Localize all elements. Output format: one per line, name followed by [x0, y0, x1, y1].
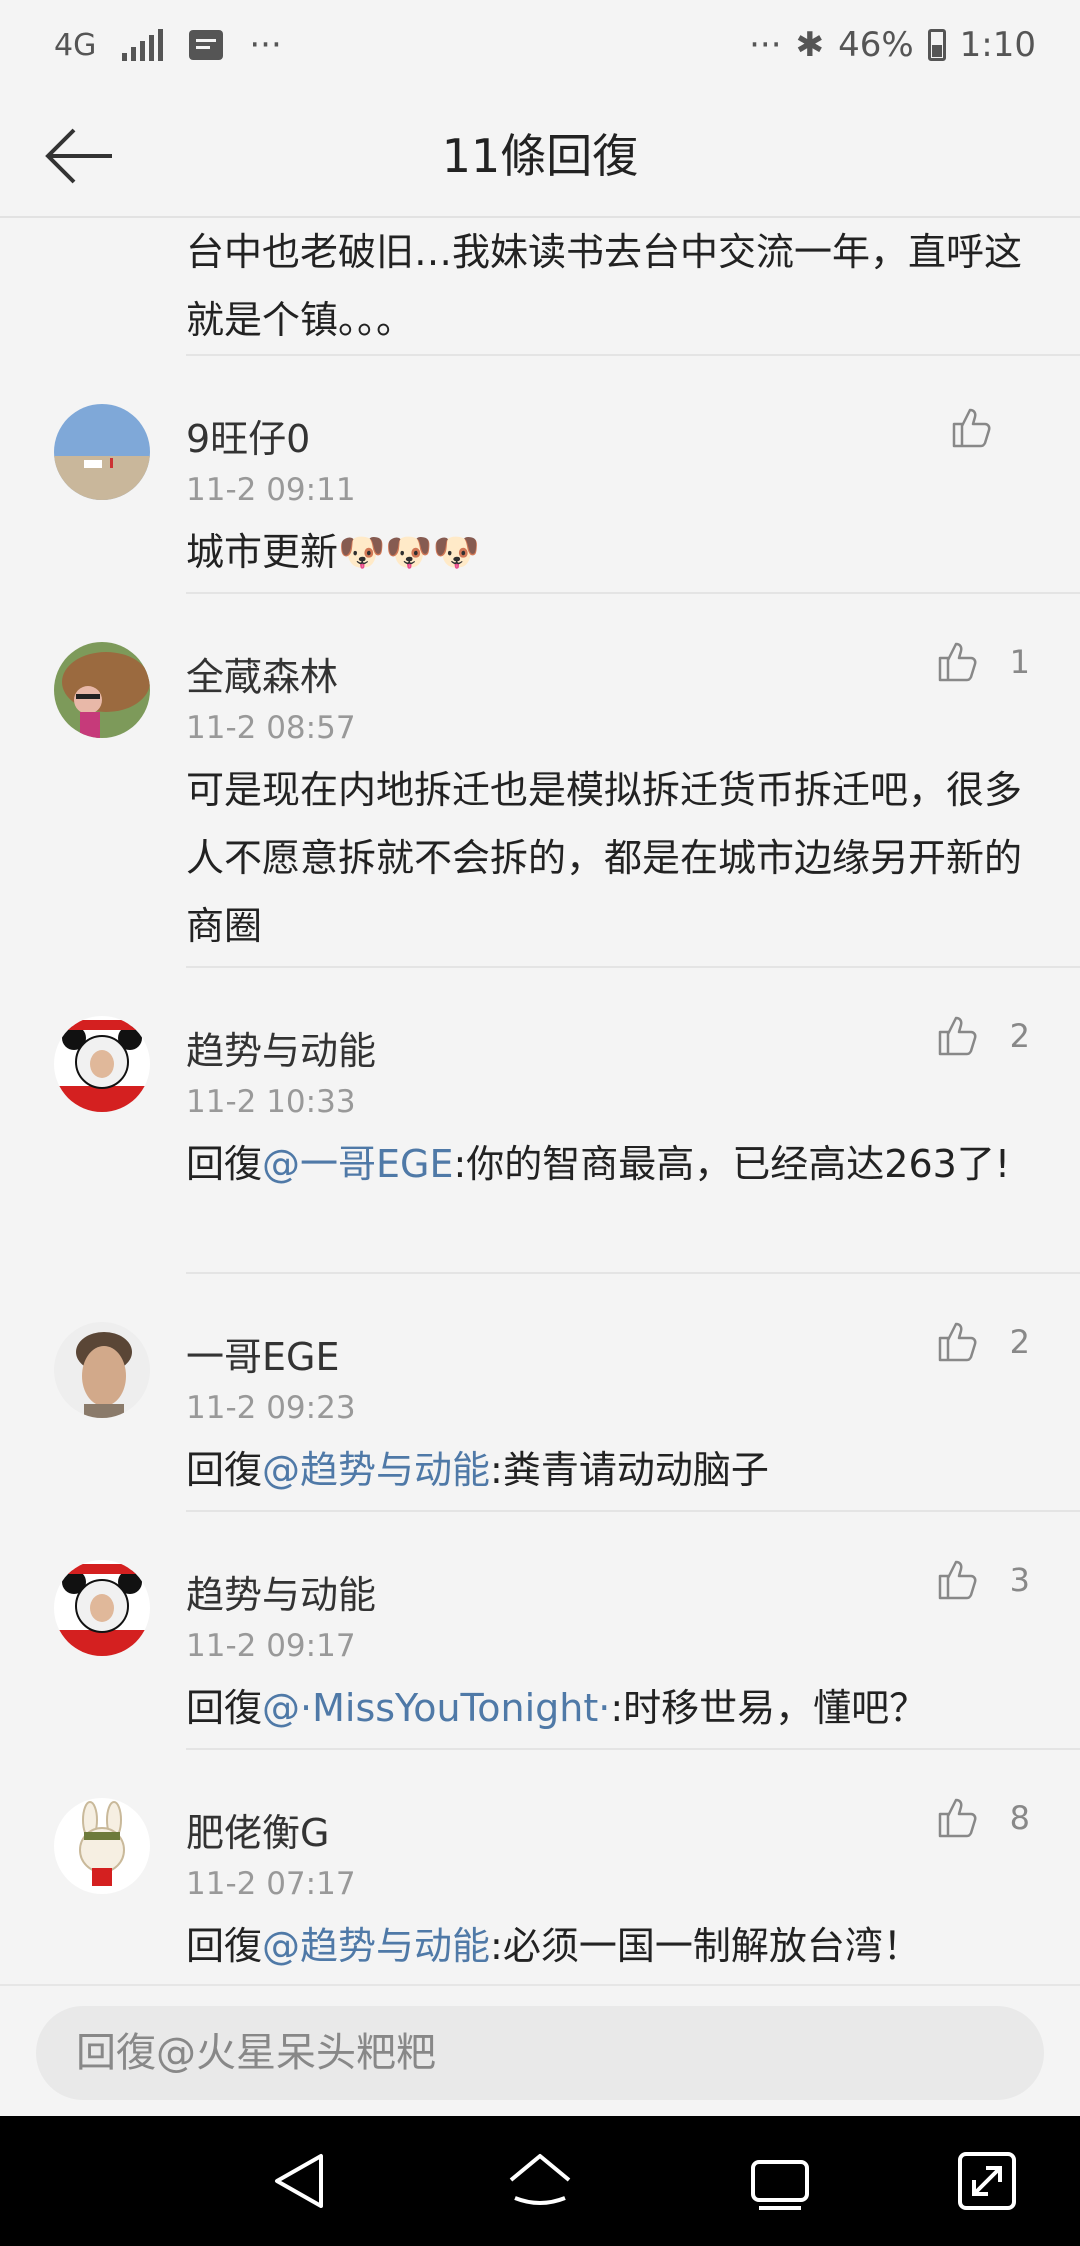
avatar-landscape-image: [54, 404, 150, 500]
comment-time: 11-2 07:17: [186, 1866, 356, 1902]
comment-time: 11-2 10:33: [186, 1084, 356, 1120]
avatar[interactable]: [54, 404, 150, 500]
comment-text: 回復@·MissYouTonight·:时移世易，懂吧？: [186, 1674, 1036, 1742]
avatar[interactable]: [54, 1560, 150, 1656]
nav-expand-button[interactable]: [952, 2146, 1022, 2216]
avatar-panda-meme-image: [54, 1560, 150, 1656]
username[interactable]: 9旺仔0: [186, 408, 310, 463]
system-nav-bar: [0, 2116, 1080, 2246]
like-button[interactable]: 3: [934, 1556, 1030, 1604]
comment-time: 11-2 08:57: [186, 710, 356, 746]
mention-link[interactable]: @·MissYouTonight·: [262, 1686, 610, 1730]
arrow-left-icon: [45, 128, 112, 184]
thumbs-up-icon: [938, 1016, 977, 1056]
comment-time: 11-2 09:23: [186, 1390, 356, 1426]
bluetooth-icon: ✱: [795, 25, 825, 65]
more-notifications-left: ···: [249, 25, 282, 65]
username[interactable]: 趋势与动能: [186, 1020, 376, 1075]
comment-time: 11-2 09:11: [186, 472, 356, 508]
reply-prefix: 回復: [186, 1686, 263, 1730]
more-notifications-right: ···: [749, 25, 782, 65]
like-count: 2: [1009, 1323, 1030, 1361]
avatar-hat-image: [54, 642, 150, 738]
avatar[interactable]: [54, 1322, 150, 1418]
comment-text: 回復@趋势与动能:必须一国一制解放台湾！: [186, 1912, 1036, 1980]
avatar[interactable]: [54, 1016, 150, 1112]
status-left: 4G ···: [54, 25, 282, 65]
network-type: 4G: [54, 27, 97, 63]
clock-time: 1:10: [959, 25, 1036, 65]
page-title: 11條回復: [441, 129, 639, 183]
mention-link[interactable]: @趋势与动能: [262, 1924, 490, 1968]
avatar[interactable]: [54, 642, 150, 738]
avatar-portrait-image: [54, 1322, 150, 1418]
avatar-panda-meme-image: [54, 1016, 150, 1112]
status-right: ··· ✱ 46% 1:10: [749, 25, 1036, 65]
battery-percent: 46%: [838, 25, 914, 65]
like-count: 3: [1009, 1561, 1030, 1599]
comment-item: 趋势与动能 11-2 10:33 回復@一哥EGE:你的智商最高，已经高达263…: [0, 968, 1080, 1274]
comment-body: 城市更新🐶🐶🐶: [186, 530, 480, 574]
like-button[interactable]: 2: [934, 1318, 1030, 1366]
reply-prefix: 回復: [186, 1448, 263, 1492]
thumbs-up-icon: [938, 642, 977, 682]
reply-input[interactable]: [36, 2006, 1044, 2100]
comment-time: 11-2 09:17: [186, 1628, 356, 1664]
comment-item-partial: 台中也老破旧…我妹读书去台中交流一年，直呼这就是个镇。。。: [0, 218, 1080, 356]
comment-item: 9旺仔0 11-2 09:11 城市更新🐶🐶🐶: [0, 356, 1080, 594]
comment-text: 可是现在内地拆迁也是模拟拆迁货币拆迁吧，很多人不愿意拆就不会拆的，都是在城市边缘…: [186, 756, 1036, 960]
avatar[interactable]: [54, 1798, 150, 1894]
thumbs-up-icon: [938, 1322, 977, 1362]
username[interactable]: 全蔵森林: [186, 646, 338, 701]
comment-text: 回復@一哥EGE:你的智商最高，已经高达263了!: [186, 1130, 1036, 1198]
nav-home-button[interactable]: [505, 2146, 575, 2216]
thumbs-up-icon: [938, 1798, 977, 1838]
comment-item: 趋势与动能 11-2 09:17 回復@·MissYouTonight·:时移世…: [0, 1512, 1080, 1750]
username[interactable]: 一哥EGE: [186, 1326, 339, 1381]
like-count: 2: [1009, 1017, 1030, 1055]
comment-text: 城市更新🐶🐶🐶: [186, 518, 1036, 586]
battery-icon: [927, 29, 946, 61]
avatar-rabbit-image: [54, 1798, 150, 1894]
comment-item: 一哥EGE 11-2 09:23 回復@趋势与动能:粪青请动动脑子 2: [0, 1274, 1080, 1512]
comment-item: 肥佬衡G 11-2 07:17 回復@趋势与动能:必须一国一制解放台湾！ 8: [0, 1750, 1080, 1984]
like-button[interactable]: 2: [934, 1012, 1030, 1060]
comment-body: :时移世易，懂吧？: [610, 1686, 928, 1730]
like-button[interactable]: [948, 404, 1024, 452]
nav-back-button[interactable]: [265, 2146, 335, 2216]
header-bar: 11條回復: [0, 90, 1080, 218]
triangle-back-icon: [275, 2154, 323, 2208]
comment-text: 回復@趋势与动能:粪青请动动脑子: [186, 1436, 1036, 1504]
back-button[interactable]: [40, 116, 120, 196]
signal-icon: [122, 29, 164, 61]
mention-link[interactable]: @一哥EGE: [262, 1142, 453, 1186]
mention-link[interactable]: @趋势与动能: [262, 1448, 490, 1492]
thumbs-up-icon: [938, 1560, 977, 1600]
reply-prefix: 回復: [186, 1924, 263, 1968]
username[interactable]: 趋势与动能: [186, 1564, 376, 1619]
username[interactable]: 肥佬衡G: [186, 1802, 329, 1857]
recent-apps-icon: [751, 2160, 809, 2210]
comment-body: :粪青请动动脑子: [490, 1448, 769, 1492]
reply-bar: [0, 1984, 1080, 2116]
expand-icon: [958, 2152, 1016, 2210]
home-icon: [509, 2154, 571, 2205]
comment-item: 全蔵森林 11-2 08:57 可是现在内地拆迁也是模拟拆迁货币拆迁吧，很多人不…: [0, 594, 1080, 968]
nav-recent-button[interactable]: [745, 2146, 815, 2216]
like-count: 1: [1009, 643, 1030, 681]
like-button[interactable]: 8: [934, 1794, 1030, 1842]
status-bar: 4G ··· ··· ✱ 46% 1:10: [0, 0, 1080, 90]
like-count: 8: [1009, 1799, 1030, 1837]
comment-list[interactable]: 台中也老破旧…我妹读书去台中交流一年，直呼这就是个镇。。。 9旺仔0 11-2 …: [0, 218, 1080, 1984]
like-button[interactable]: 1: [934, 638, 1030, 686]
comment-body: :你的智商最高，已经高达263了!: [453, 1142, 1011, 1186]
comment-body: 可是现在内地拆迁也是模拟拆迁货币拆迁吧，很多人不愿意拆就不会拆的，都是在城市边缘…: [186, 768, 1023, 948]
thumbs-up-icon: [952, 408, 991, 448]
comment-body: :必须一国一制解放台湾！: [490, 1924, 921, 1968]
comment-text: 台中也老破旧…我妹读书去台中交流一年，直呼这就是个镇。。。: [186, 230, 1023, 342]
reply-prefix: 回復: [186, 1142, 263, 1186]
message-notification-icon: [189, 30, 224, 60]
